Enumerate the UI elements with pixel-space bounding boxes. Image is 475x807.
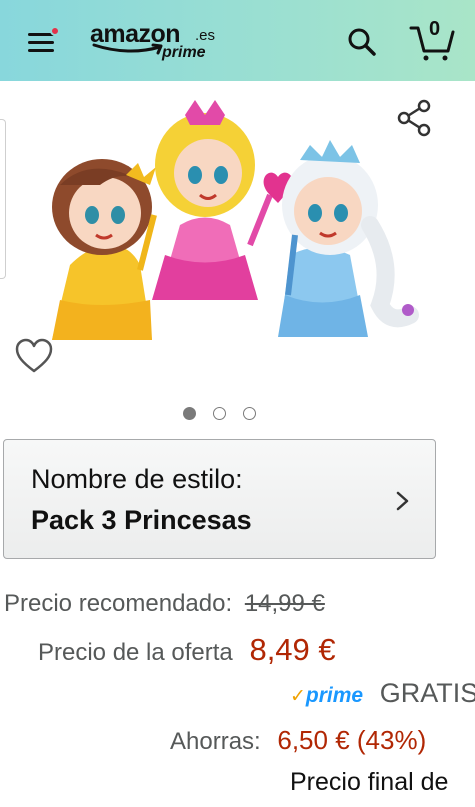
pagination-dot-1[interactable] xyxy=(183,407,196,420)
product-image[interactable] xyxy=(30,95,450,345)
style-selector[interactable]: Nombre de estilo: Pack 3 Princesas xyxy=(3,439,436,559)
style-selector-label: Nombre de estilo: xyxy=(31,464,243,494)
notification-dot xyxy=(50,26,60,36)
share-icon xyxy=(397,99,431,137)
heart-icon xyxy=(15,338,53,373)
prime-badge: prime xyxy=(305,684,364,707)
savings-label: Ahorras: xyxy=(170,728,261,755)
pagination-dot-2[interactable] xyxy=(213,407,226,420)
cart-count: 0 xyxy=(429,18,441,40)
amazon-prime-logo[interactable]: amazon .es prime xyxy=(90,18,225,68)
search-button[interactable] xyxy=(344,24,380,60)
share-button[interactable] xyxy=(394,97,436,139)
princess-pink-figure xyxy=(152,100,293,300)
top-nav-bar: amazon .es prime 0 xyxy=(0,0,475,81)
recommended-price-row: Precio recomendado: 14,99 € xyxy=(4,590,325,618)
previous-image-edge[interactable] xyxy=(0,119,6,279)
chevron-right-icon xyxy=(396,491,409,511)
princess-blue-figure xyxy=(278,140,419,337)
recommended-price-value: 14,99 € xyxy=(244,590,325,617)
final-price-text: Precio final de xyxy=(290,768,449,796)
logo-domain: .es xyxy=(195,27,216,44)
style-selector-value: Pack 3 Princesas xyxy=(31,505,252,535)
cart-button[interactable]: 0 xyxy=(408,18,456,62)
offer-price-value: 8,49 € xyxy=(249,632,336,667)
search-icon xyxy=(348,28,376,56)
recommended-price-label: Precio recomendado: xyxy=(4,590,233,617)
product-image-gallery[interactable] xyxy=(0,81,475,420)
smile-arrow-icon xyxy=(92,43,163,55)
savings-row: Ahorras: 6,50 € (43%) xyxy=(170,725,426,756)
prime-shipping-row: ✓prime GRATIS xyxy=(290,678,475,709)
offer-price-row: Precio de la oferta 8,49 € xyxy=(38,632,336,668)
final-price-row: Precio final de xyxy=(290,768,448,797)
savings-value: 6,50 € (43%) xyxy=(277,725,427,755)
offer-price-label: Precio de la oferta xyxy=(38,639,233,666)
pagination-dot-3[interactable] xyxy=(243,407,256,420)
princess-yellow-figure xyxy=(52,159,157,340)
logo-prime-text: prime xyxy=(162,44,206,61)
add-to-wishlist-button[interactable] xyxy=(14,337,54,375)
image-pagination xyxy=(0,407,475,421)
prime-check-icon: ✓ xyxy=(290,686,306,707)
menu-button[interactable] xyxy=(22,24,62,58)
shipping-free-text: GRATIS xyxy=(379,678,475,708)
